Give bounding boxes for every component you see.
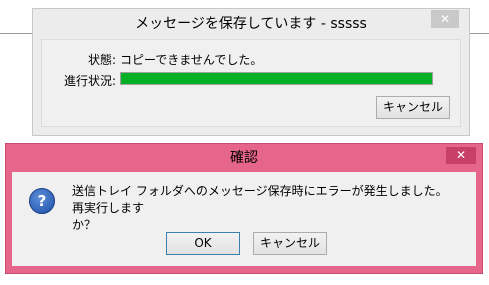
confirm-dialog-title: 確認: [230, 150, 258, 166]
ok-button[interactable]: OK: [166, 232, 240, 255]
cancel-button[interactable]: キャンセル: [376, 96, 450, 119]
confirm-dialog: 確認 ✕ ? 送信トレイ フォルダへのメッセージ保存時にエラーが発生しました。再…: [5, 143, 483, 274]
progress-bar-fill: [121, 73, 432, 84]
progress-bar: [120, 72, 433, 85]
close-icon[interactable]: ✕: [446, 147, 476, 164]
confirm-message: 送信トレイ フォルダへのメッセージ保存時にエラーが発生しました。再実行します か…: [72, 183, 452, 234]
status-value: コピーできませんでした。: [120, 53, 263, 67]
confirm-dialog-body: ? 送信トレイ フォルダへのメッセージ保存時にエラーが発生しました。再実行します…: [12, 172, 476, 266]
cancel-button[interactable]: キャンセル: [253, 232, 327, 255]
status-label: 状態:: [87, 53, 116, 67]
progress-dialog-title: メッセージを保存しています - sssss: [135, 16, 367, 32]
progress-label: 進行状況:: [63, 74, 116, 88]
question-icon: ?: [29, 188, 55, 214]
close-icon[interactable]: ✕: [431, 10, 459, 28]
progress-dialog-panel: 状態: コピーできませんでした。 進行状況: キャンセル: [41, 39, 461, 127]
progress-dialog: メッセージを保存しています - sssss ✕ 状態: コピーできませんでした。…: [32, 8, 470, 136]
confirm-message-line1: 送信トレイ フォルダへのメッセージ保存時にエラーが発生しました。再実行します: [72, 184, 448, 215]
